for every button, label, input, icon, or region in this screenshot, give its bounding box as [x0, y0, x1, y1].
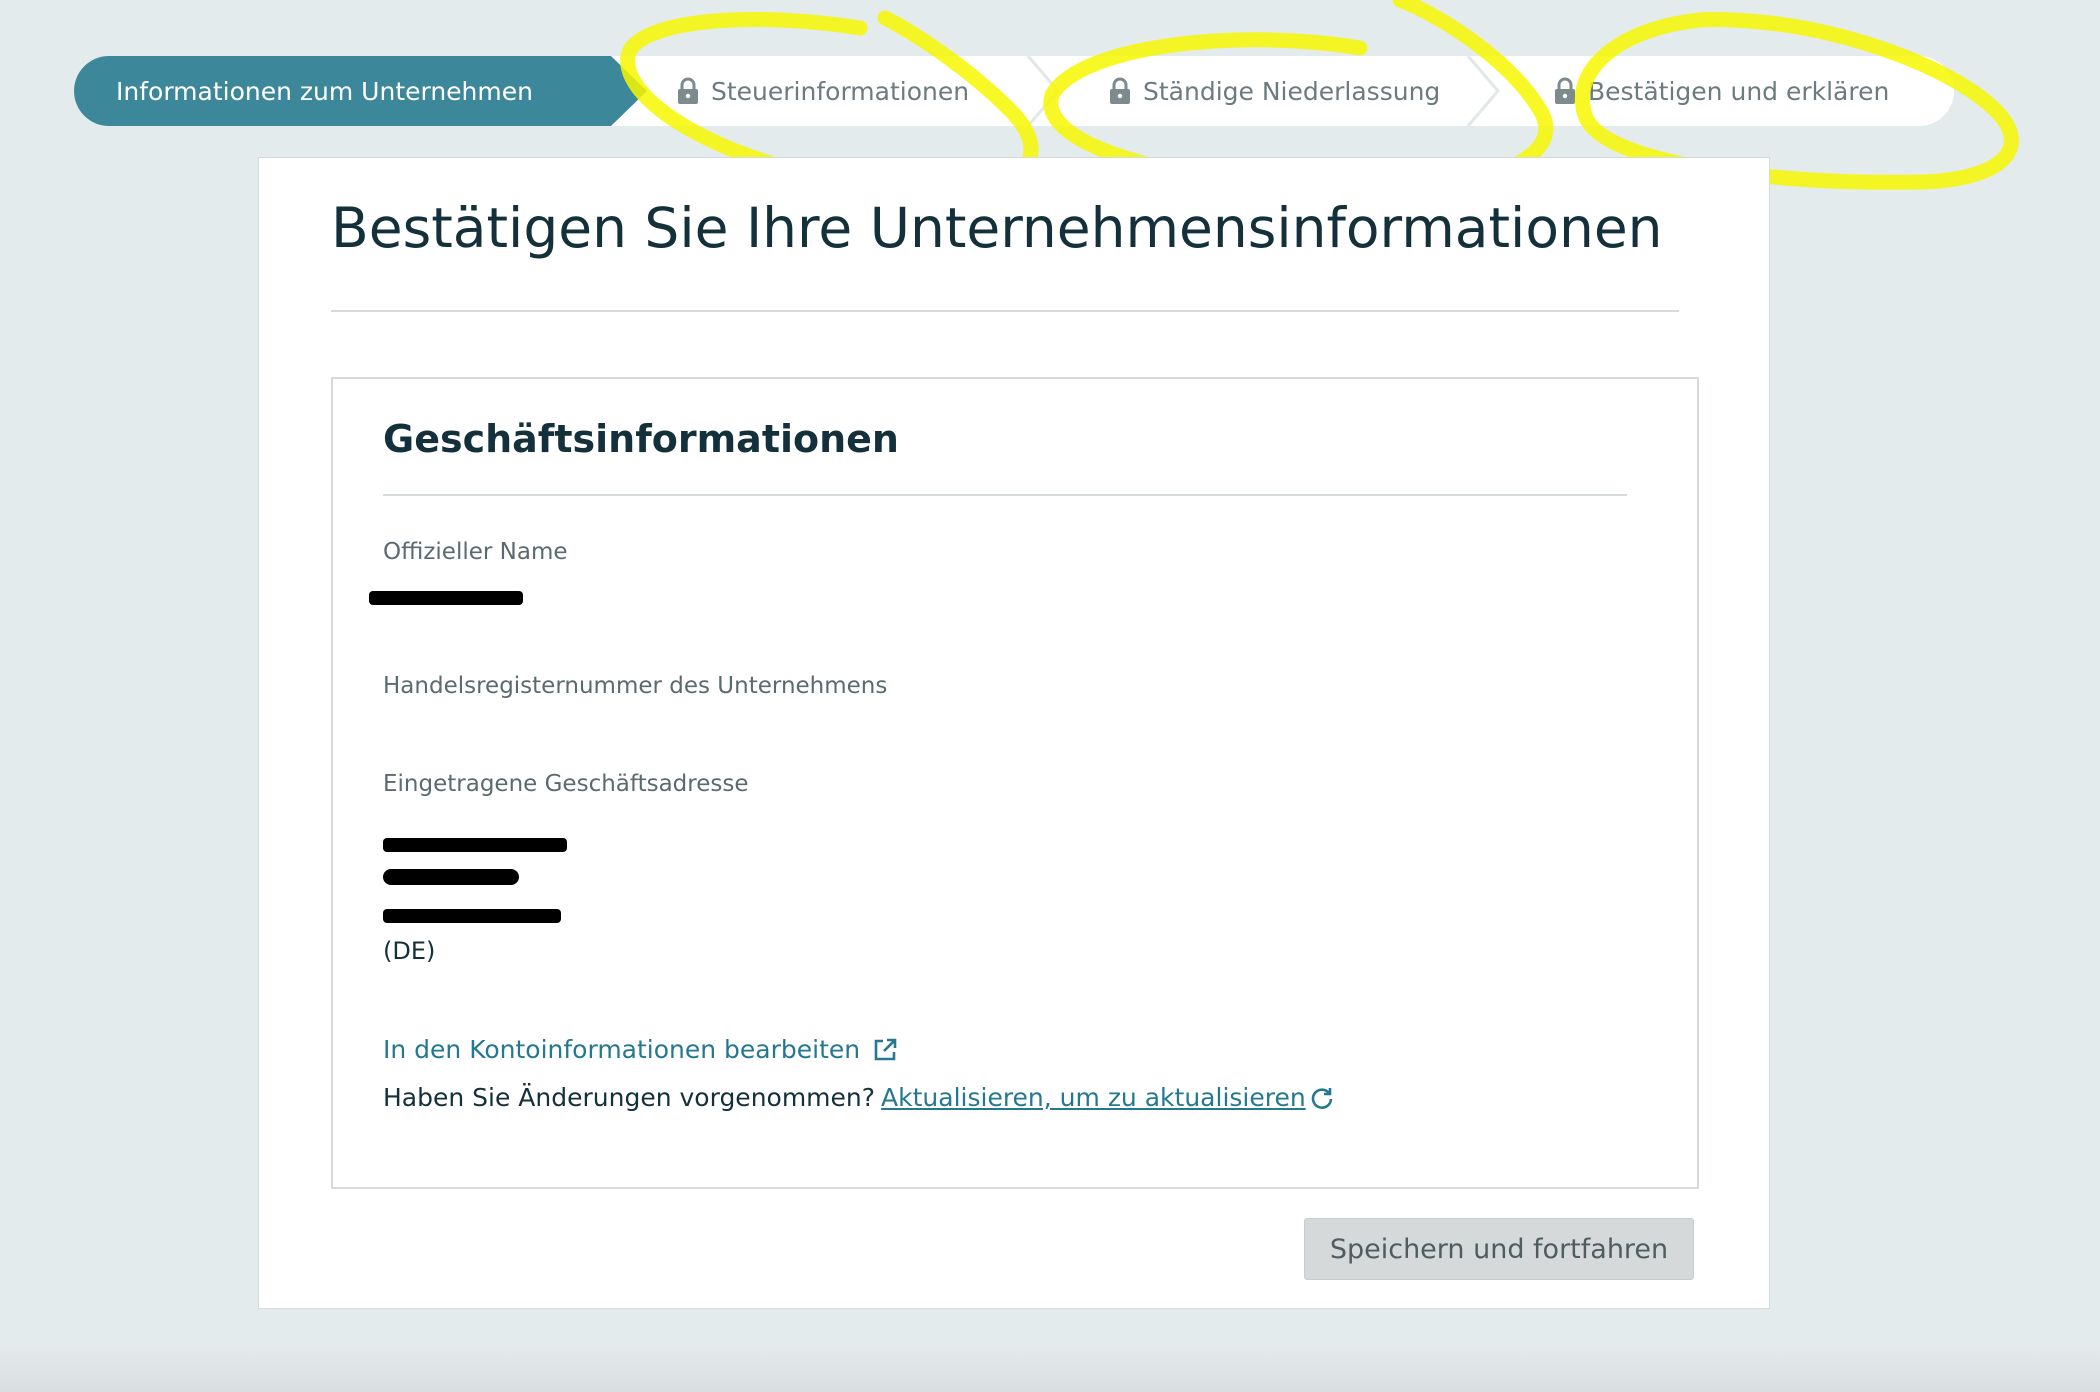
- refresh-link[interactable]: Aktualisieren, um zu aktualisieren: [881, 1083, 1334, 1112]
- edit-link-label: In den Kontoinformationen bearbeiten: [383, 1035, 861, 1064]
- edit-account-info-link[interactable]: In den Kontoinformationen bearbeiten: [383, 1035, 898, 1064]
- step-separator: [1466, 56, 1500, 126]
- section-divider: [383, 494, 1627, 496]
- address-line-1-redaction: [383, 838, 567, 852]
- changes-line: Haben Sie Änderungen vorgenommen? Aktual…: [383, 1083, 1334, 1112]
- address-line-3-redaction: [383, 909, 561, 923]
- address-line-2-redaction: [383, 869, 519, 885]
- lock-icon: [1110, 77, 1130, 104]
- page-bottom-shade: [0, 1342, 2100, 1392]
- step-permanent-establishment[interactable]: Ständige Niederlassung: [1109, 56, 1440, 126]
- title-divider: [331, 310, 1679, 312]
- step-separator: [1026, 56, 1060, 126]
- step-tax-information[interactable]: Steuerinformationen: [677, 56, 969, 126]
- main-card: Bestätigen Sie Ihre Unternehmensinformat…: [258, 157, 1770, 1309]
- save-and-continue-button[interactable]: Speichern und fortfahren: [1304, 1218, 1694, 1280]
- address-country: (DE): [383, 937, 436, 965]
- step-company-information[interactable]: Informationen zum Unternehmen: [74, 56, 611, 126]
- trade-register-label: Handelsregisternummer des Unternehmens: [383, 673, 888, 699]
- refresh-link-label: Aktualisieren, um zu aktualisieren: [881, 1083, 1306, 1112]
- official-name-label: Offizieller Name: [383, 539, 568, 565]
- lock-icon: [1555, 77, 1575, 104]
- address-label: Eingetragene Geschäftsadresse: [383, 771, 749, 797]
- official-name-redaction: [369, 591, 523, 605]
- changes-question: Haben Sie Änderungen vorgenommen?: [383, 1083, 876, 1112]
- step-label: Steuerinformationen: [711, 76, 970, 106]
- business-info-box: Geschäftsinformationen Offizieller Name …: [331, 377, 1699, 1189]
- step-confirm-and-declare[interactable]: Bestätigen und erklären: [1554, 56, 1889, 126]
- step-label: Bestätigen und erklären: [1588, 76, 1890, 106]
- progress-stepper: Informationen zum Unternehmen Steuerinfo…: [74, 56, 1954, 126]
- lock-icon: [678, 77, 698, 104]
- step-label: Ständige Niederlassung: [1143, 76, 1441, 106]
- external-link-icon: [874, 1038, 897, 1060]
- page-title: Bestätigen Sie Ihre Unternehmensinformat…: [331, 196, 1663, 260]
- section-title: Geschäftsinformationen: [383, 417, 899, 461]
- refresh-icon: [1311, 1087, 1333, 1109]
- step-active-arrow: [611, 56, 647, 126]
- step-label: Informationen zum Unternehmen: [116, 76, 533, 106]
